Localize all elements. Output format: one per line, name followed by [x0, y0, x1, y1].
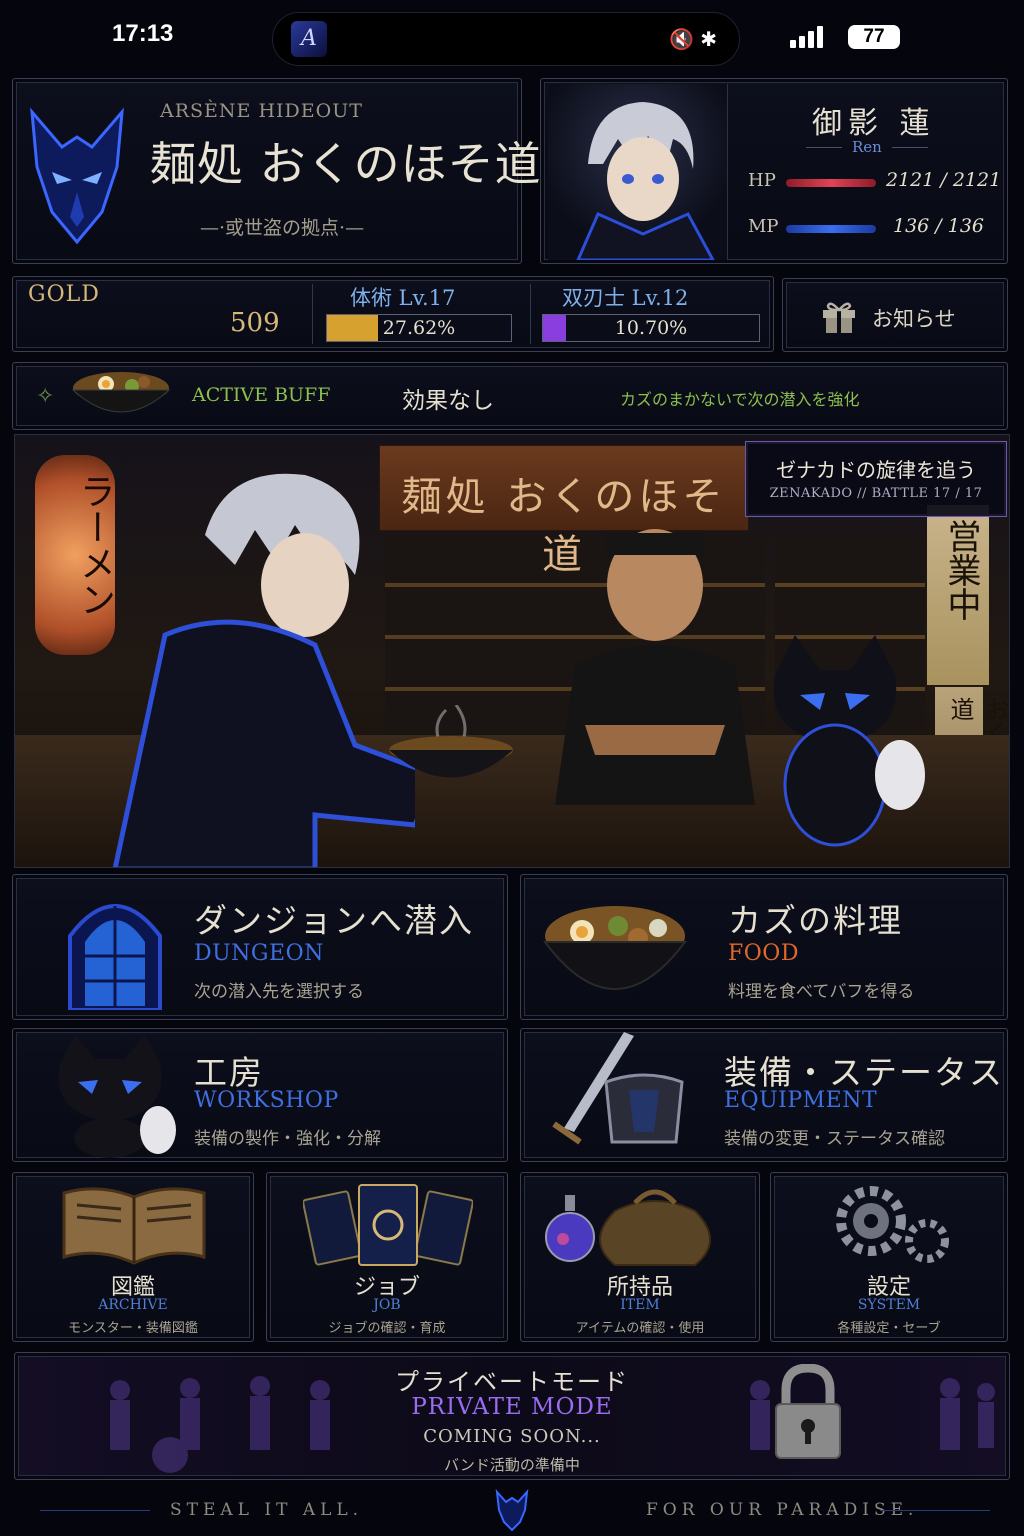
private-mode-en: PRIVATE MODE [411, 1394, 613, 1420]
job-1-exp-bar: 27.62% [326, 314, 512, 342]
item-desc: アイテムの確認・使用 [575, 1321, 705, 1336]
dungeon-gate-icon [68, 904, 162, 1010]
ramen-bowl-icon [71, 372, 171, 413]
chef-character [555, 529, 755, 805]
job-1-title: 体術 Lv.17 [350, 286, 456, 310]
job-1-exp-text: 27.62% [382, 317, 456, 339]
steaming-bowl [389, 705, 513, 778]
quest-tracker[interactable]: ゼナカドの旋律を追う ZENAKADO // BATTLE 17 / 17 [745, 441, 1007, 517]
character-portrait [548, 84, 728, 262]
private-mode-coming-soon: COMING SOON... [423, 1426, 601, 1447]
item-button[interactable]: 所持品 ITEM アイテムの確認・使用 [520, 1172, 760, 1342]
hero-character [112, 473, 415, 867]
battery-icon: 77 [848, 25, 900, 49]
job-2-exp-bar: 10.70% [542, 314, 760, 342]
archive-en: ARCHIVE [98, 1297, 168, 1313]
dungeon-desc: 次の潜入先を選択する [194, 982, 364, 1002]
job-en: JOB [373, 1297, 401, 1313]
workshop-title: 工房 [194, 1053, 264, 1092]
character-romaji: Ren [852, 138, 882, 156]
dungeon-en: DUNGEON [194, 941, 324, 966]
status-time: 17:13 [112, 20, 174, 47]
quest-subtitle: ZENAKADO // BATTLE 17 / 17 [769, 486, 983, 501]
workshop-desc: 装備の製作・強化・分解 [194, 1129, 381, 1149]
workshop-en: WORKSHOP [194, 1088, 339, 1113]
buff-value: 効果なし [402, 388, 494, 414]
name-divider [806, 147, 842, 148]
app-logo-icon: A [291, 21, 327, 57]
equipment-title: 装備・ステータス [724, 1053, 1004, 1092]
hp-label: HP [748, 170, 776, 191]
cellular-signal-icon [790, 26, 826, 48]
private-mode-desc: バンド活動の準備中 [444, 1456, 580, 1474]
job-button[interactable]: ジョブ JOB ジョブの確認・育成 [266, 1172, 508, 1342]
mp-bar [786, 225, 876, 233]
hideout-caption: —·或世盗の拠点·— [200, 217, 365, 239]
system-desc: 各種設定・セーブ [837, 1321, 941, 1336]
ramen-bowl-icon [543, 906, 687, 990]
fox-emblem-icon [30, 107, 124, 245]
hp-value: 2121 / 2121 [886, 169, 1002, 191]
resource-divider [530, 284, 531, 344]
dynamic-island: A 🔇 ✱ [272, 12, 740, 66]
gold-value: 509 [230, 308, 280, 338]
mute-bluetooth-icons: 🔇 ✱ [668, 27, 717, 51]
footer-divider [40, 1510, 150, 1511]
item-en: ITEM [620, 1297, 660, 1313]
food-en: FOOD [728, 941, 799, 966]
food-title: カズの料理 [728, 901, 903, 940]
food-desc: 料理を食べてバフを得る [728, 982, 915, 1002]
character-avatar-icon [575, 102, 716, 262]
equipment-en: EQUIPMENT [724, 1088, 878, 1113]
footer-left-motto: STEAL IT ALL. [170, 1500, 364, 1520]
character-name: 御影 蓮 [812, 106, 936, 141]
book-icon [62, 1187, 206, 1265]
system-button[interactable]: 設定 SYSTEM 各種設定・セーブ [770, 1172, 1008, 1342]
name-divider [892, 147, 928, 148]
dungeon-title: ダンジョンへ潜入 [194, 901, 474, 940]
buff-label: ACTIVE BUFF [192, 384, 331, 406]
mp-label: MP [748, 216, 779, 237]
open-sign-text: 営業中 [941, 519, 981, 621]
archive-button[interactable]: 図鑑 ARCHIVE モンスター・装備図鑑 [12, 1172, 254, 1342]
open-sign: 営業中 [927, 505, 989, 685]
job-2-title: 双刃士 Lv.12 [562, 286, 689, 310]
system-en: SYSTEM [857, 1297, 921, 1313]
private-mode-title: プライベートモード [395, 1368, 629, 1396]
hideout-title: 麺処 おくのほそ道 [150, 137, 542, 191]
fox-emblem-icon [495, 1489, 529, 1532]
notice-label: お知らせ [872, 307, 956, 331]
quest-title: ゼナカドの旋律を追う [776, 458, 976, 482]
gift-icon [823, 302, 855, 333]
footer-right-motto: FOR OUR PARADISE. [646, 1500, 919, 1520]
mp-value: 136 / 136 [893, 215, 985, 237]
job-2-exp-text: 10.70% [614, 317, 688, 339]
hideout-subtitle: ARSÈNE HIDEOUT [160, 100, 363, 122]
gears-icon [836, 1186, 949, 1263]
potion-bag-icon [545, 1189, 711, 1266]
sword-armor-icon [552, 1032, 684, 1145]
tarot-cards-icon [303, 1184, 473, 1266]
resource-divider [312, 284, 313, 344]
archive-desc: モンスター・装備図鑑 [68, 1321, 198, 1336]
job-desc: ジョブの確認・育成 [328, 1321, 446, 1336]
buff-description: カズのまかないで次の潜入を強化 [620, 390, 860, 409]
footer-divider [880, 1510, 990, 1511]
gold-label: GOLD [28, 282, 100, 307]
compass-icon: ✧ [36, 384, 55, 409]
cat-mascot [773, 635, 925, 847]
equipment-desc: 装備の変更・ステータス確認 [724, 1129, 945, 1149]
cat-mascot-icon [58, 1034, 176, 1158]
hp-bar [786, 179, 876, 187]
